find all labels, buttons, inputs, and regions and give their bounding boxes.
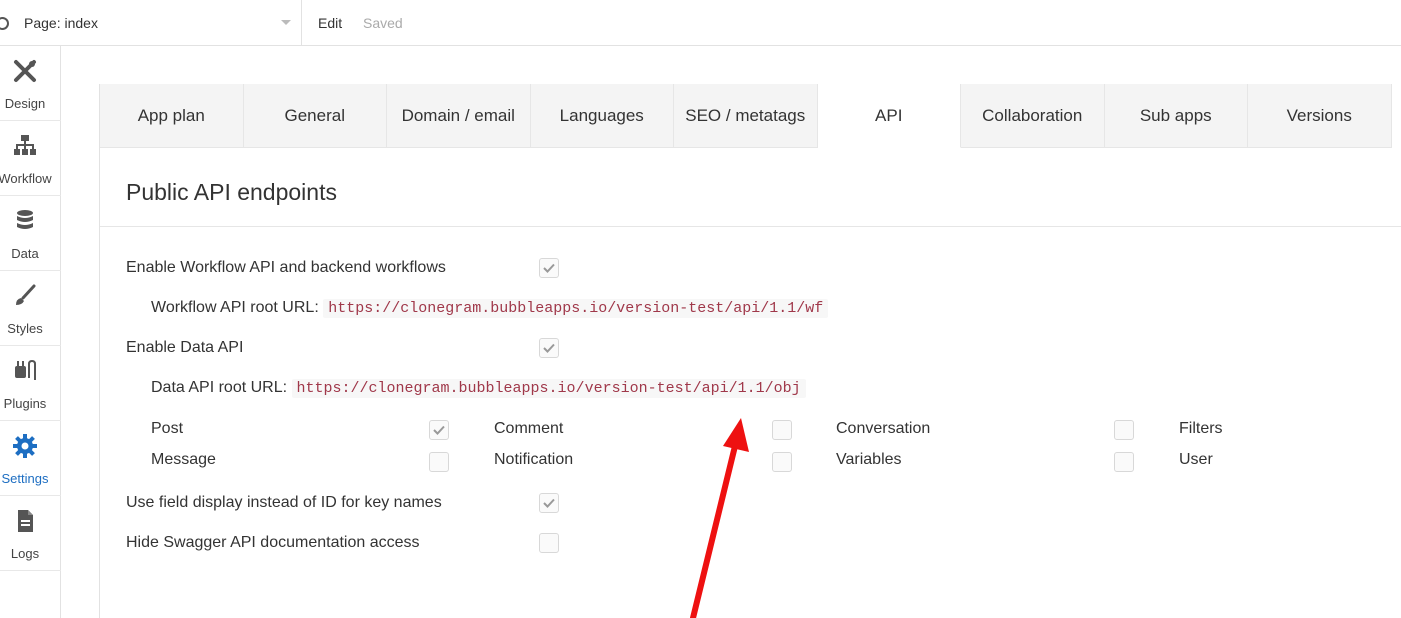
gear-icon: [12, 433, 38, 459]
sidebar-item-logs[interactable]: Logs: [0, 496, 61, 571]
document-icon: [12, 508, 38, 534]
tab-domain-email[interactable]: Domain / email: [387, 84, 531, 148]
data-root-url-label: Data API root URL:: [151, 379, 288, 396]
data-root-url-row: Data API root URL: https://clonegram.bub…: [151, 379, 806, 398]
design-icon: [12, 58, 38, 84]
data-type-checkbox-conversation[interactable]: [1114, 420, 1134, 440]
left-sidebar: Design Workflow Data Styles Plugins Sett…: [0, 46, 61, 618]
enable-workflow-api-label: Enable Workflow API and backend workflow…: [126, 259, 446, 276]
plug-icon: [12, 358, 38, 384]
top-bar: Page: index Edit Saved: [0, 0, 1401, 46]
data-type-label-comment: Comment: [494, 420, 564, 437]
workflow-root-url-row: Workflow API root URL: https://clonegram…: [151, 299, 829, 318]
save-status: Saved: [363, 15, 403, 31]
sidebar-item-data[interactable]: Data: [0, 196, 61, 271]
workflow-icon: [12, 133, 38, 159]
field-display-checkbox[interactable]: [539, 493, 559, 513]
tab-versions[interactable]: Versions: [1248, 84, 1392, 148]
section-title: Public API endpoints: [126, 179, 337, 205]
enable-data-api-label: Enable Data API: [126, 339, 244, 356]
checkmark-icon: [433, 425, 445, 435]
page-selector[interactable]: Page: index: [0, 0, 302, 46]
chevron-down-icon[interactable]: [281, 20, 291, 25]
data-type-checkbox-comment[interactable]: [772, 420, 792, 440]
sidebar-item-label: Logs: [10, 546, 40, 561]
section-divider: [100, 226, 1401, 227]
settings-panel: App plan General Domain / email Language…: [99, 84, 1401, 618]
data-type-checkbox-variables[interactable]: [1114, 452, 1134, 472]
sidebar-item-label: Design: [4, 96, 46, 111]
page-circle-icon: [0, 17, 9, 30]
data-type-checkbox-notification[interactable]: [772, 452, 792, 472]
tab-seo-metatags[interactable]: SEO / metatags: [674, 84, 818, 148]
workflow-root-url-label: Workflow API root URL:: [151, 299, 319, 316]
data-type-label-message: Message: [151, 451, 216, 468]
page-selector-label: Page: index: [24, 15, 98, 31]
data-root-url-value[interactable]: https://clonegram.bubbleapps.io/version-…: [291, 379, 806, 398]
enable-data-api-checkbox[interactable]: [539, 338, 559, 358]
tab-general[interactable]: General: [243, 84, 387, 148]
sidebar-item-label: Data: [11, 246, 39, 261]
hide-swagger-label: Hide Swagger API documentation access: [126, 534, 420, 551]
data-type-label-variables: Variables: [836, 451, 902, 468]
checkmark-icon: [543, 498, 555, 508]
checkmark-icon: [543, 343, 555, 353]
sidebar-item-settings[interactable]: Settings: [0, 421, 61, 496]
settings-tabs: App plan General Domain / email Language…: [100, 84, 1401, 148]
data-type-label-user: User: [1179, 451, 1213, 468]
data-type-label-post: Post: [151, 420, 184, 437]
tab-api[interactable]: API: [817, 84, 961, 148]
brush-icon: [12, 283, 38, 309]
database-icon: [12, 208, 38, 234]
field-display-label: Use field display instead of ID for key …: [126, 494, 442, 511]
sidebar-item-label: Settings: [1, 471, 49, 486]
workflow-root-url-value[interactable]: https://clonegram.bubbleapps.io/version-…: [323, 299, 829, 318]
sidebar-item-styles[interactable]: Styles: [0, 271, 61, 346]
data-type-label-conversation: Conversation: [836, 420, 931, 437]
edit-menu[interactable]: Edit: [318, 15, 342, 31]
tab-sub-apps[interactable]: Sub apps: [1104, 84, 1248, 148]
sidebar-item-label: Workflow: [0, 171, 52, 186]
hide-swagger-checkbox[interactable]: [539, 533, 559, 553]
sidebar-item-label: Plugins: [3, 396, 47, 411]
data-type-label-notification: Notification: [494, 451, 574, 468]
data-type-label-filters: Filters: [1179, 420, 1223, 437]
checkmark-icon: [543, 263, 555, 273]
sidebar-item-plugins[interactable]: Plugins: [0, 346, 61, 421]
tab-collaboration[interactable]: Collaboration: [961, 84, 1105, 148]
tab-languages[interactable]: Languages: [530, 84, 674, 148]
enable-workflow-api-checkbox[interactable]: [539, 258, 559, 278]
data-type-checkbox-message[interactable]: [429, 452, 449, 472]
sidebar-item-workflow[interactable]: Workflow: [0, 121, 61, 196]
data-type-checkbox-post[interactable]: [429, 420, 449, 440]
sidebar-item-design[interactable]: Design: [0, 46, 61, 121]
sidebar-item-label: Styles: [7, 321, 43, 336]
tab-app-plan[interactable]: App plan: [100, 84, 244, 148]
